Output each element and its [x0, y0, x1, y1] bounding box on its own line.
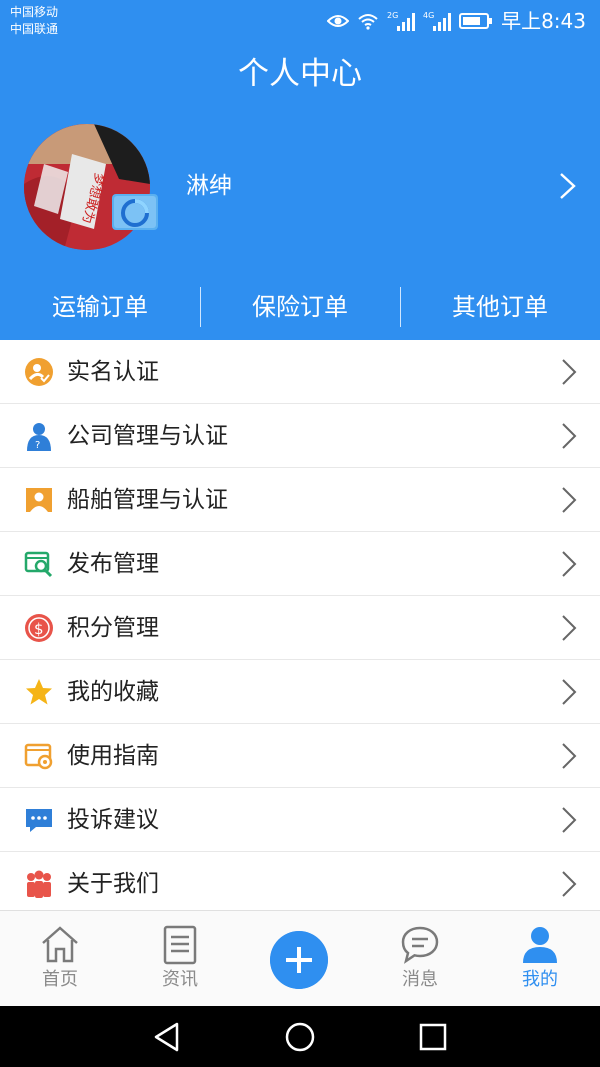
status-bar: 中国移动 中国联通 2G 4G 早上8:43 — [0, 0, 600, 42]
chevron-right-icon — [562, 487, 577, 513]
recents-icon[interactable] — [416, 1020, 450, 1054]
net-2-label: 4G — [423, 11, 434, 20]
camera-icon[interactable] — [110, 188, 160, 232]
chevron-right-icon — [562, 615, 577, 641]
menu-item-label: 我的收藏 — [67, 678, 159, 705]
tab-label: 首页 — [42, 969, 78, 990]
carrier-2: 中国联通 — [10, 22, 59, 36]
chevron-right-icon — [562, 423, 577, 449]
chevron-right-icon — [562, 743, 577, 769]
back-icon[interactable] — [150, 1020, 184, 1054]
tab-messages[interactable]: 消息 — [360, 911, 480, 1007]
menu-item-about[interactable]: 关于我们 — [0, 852, 600, 916]
menu-item-label: 发布管理 — [67, 550, 159, 577]
menu-list: 实名认证 ? 公司管理与认证 船舶管理与认证 发布管理 $ 积分管理 我的收藏 … — [0, 340, 600, 916]
carrier-info: 中国移动 中国联通 — [10, 4, 58, 38]
svg-text:?: ? — [35, 440, 40, 451]
order-tab-transport[interactable]: 运输订单 — [0, 280, 200, 336]
chat-bubble-icon — [26, 808, 52, 832]
profile-header: 中国移动 中国联通 2G 4G 早上8:43 个人中心 梦想敢为 淋绅 运输订单… — [0, 0, 600, 340]
menu-item-realname[interactable]: 实名认证 — [0, 340, 600, 404]
tab-label: 资讯 — [162, 969, 198, 990]
points-coin-icon: $ — [25, 613, 53, 642]
system-nav-bar — [0, 1006, 600, 1067]
menu-item-label: 投诉建议 — [67, 806, 159, 833]
carrier-1: 中国移动 — [10, 5, 59, 19]
svg-text:$: $ — [34, 620, 44, 638]
order-tab-other[interactable]: 其他订单 — [400, 280, 600, 336]
news-icon — [163, 925, 197, 965]
team-icon — [27, 870, 51, 898]
menu-item-label: 实名认证 — [67, 358, 159, 385]
home-icon — [42, 926, 78, 963]
plus-icon — [270, 931, 328, 989]
menu-item-ship[interactable]: 船舶管理与认证 — [0, 468, 600, 532]
menu-item-points[interactable]: $ 积分管理 — [0, 596, 600, 660]
net-1-label: 2G — [387, 11, 398, 20]
bottom-tab-bar: 首页 资讯 消息 我的 — [0, 910, 600, 1006]
publish-search-icon — [24, 551, 53, 577]
menu-item-label: 船舶管理与认证 — [67, 486, 228, 513]
user-icon — [523, 927, 557, 963]
menu-item-label: 积分管理 — [67, 614, 159, 641]
ship-badge-icon — [26, 487, 52, 512]
clock: 早上8:43 — [501, 9, 586, 33]
menu-item-company[interactable]: ? 公司管理与认证 — [0, 404, 600, 468]
page-title: 个人中心 — [238, 56, 362, 92]
tab-news[interactable]: 资讯 — [120, 911, 240, 1007]
home-button-icon[interactable] — [283, 1020, 317, 1054]
menu-item-label: 公司管理与认证 — [67, 422, 228, 449]
status-icons: 2G 4G 早上8:43 — [327, 8, 586, 34]
chevron-right-icon — [562, 871, 577, 897]
order-tabs: 运输订单 保险订单 其他订单 — [0, 280, 600, 336]
tab-label: 我的 — [522, 969, 558, 990]
star-icon — [26, 678, 52, 704]
menu-item-label: 使用指南 — [67, 742, 159, 769]
company-user-icon: ? — [27, 422, 51, 451]
eye-icon — [327, 15, 350, 27]
guide-gear-icon — [24, 743, 53, 769]
tab-add[interactable] — [240, 911, 360, 1007]
chevron-right-icon — [562, 807, 577, 833]
chevron-right-icon[interactable] — [556, 172, 580, 200]
signal-4g-icon: 4G — [423, 11, 452, 31]
tab-mine[interactable]: 我的 — [480, 911, 600, 1007]
menu-item-feedback[interactable]: 投诉建议 — [0, 788, 600, 852]
battery-icon — [459, 13, 493, 29]
menu-item-publish[interactable]: 发布管理 — [0, 532, 600, 596]
realname-verify-icon — [25, 357, 53, 386]
username[interactable]: 淋绅 — [186, 168, 232, 204]
chevron-right-icon — [562, 679, 577, 705]
tab-label: 消息 — [402, 969, 438, 990]
chevron-right-icon — [562, 359, 577, 385]
menu-item-guide[interactable]: 使用指南 — [0, 724, 600, 788]
wifi-icon — [358, 14, 378, 30]
order-tab-insurance[interactable]: 保险订单 — [200, 280, 400, 336]
tab-home[interactable]: 首页 — [0, 911, 120, 1007]
chevron-right-icon — [562, 551, 577, 577]
message-icon — [401, 926, 439, 964]
menu-item-label: 关于我们 — [67, 870, 159, 897]
signal-2g-icon: 2G — [387, 11, 416, 31]
menu-item-favorites[interactable]: 我的收藏 — [0, 660, 600, 724]
